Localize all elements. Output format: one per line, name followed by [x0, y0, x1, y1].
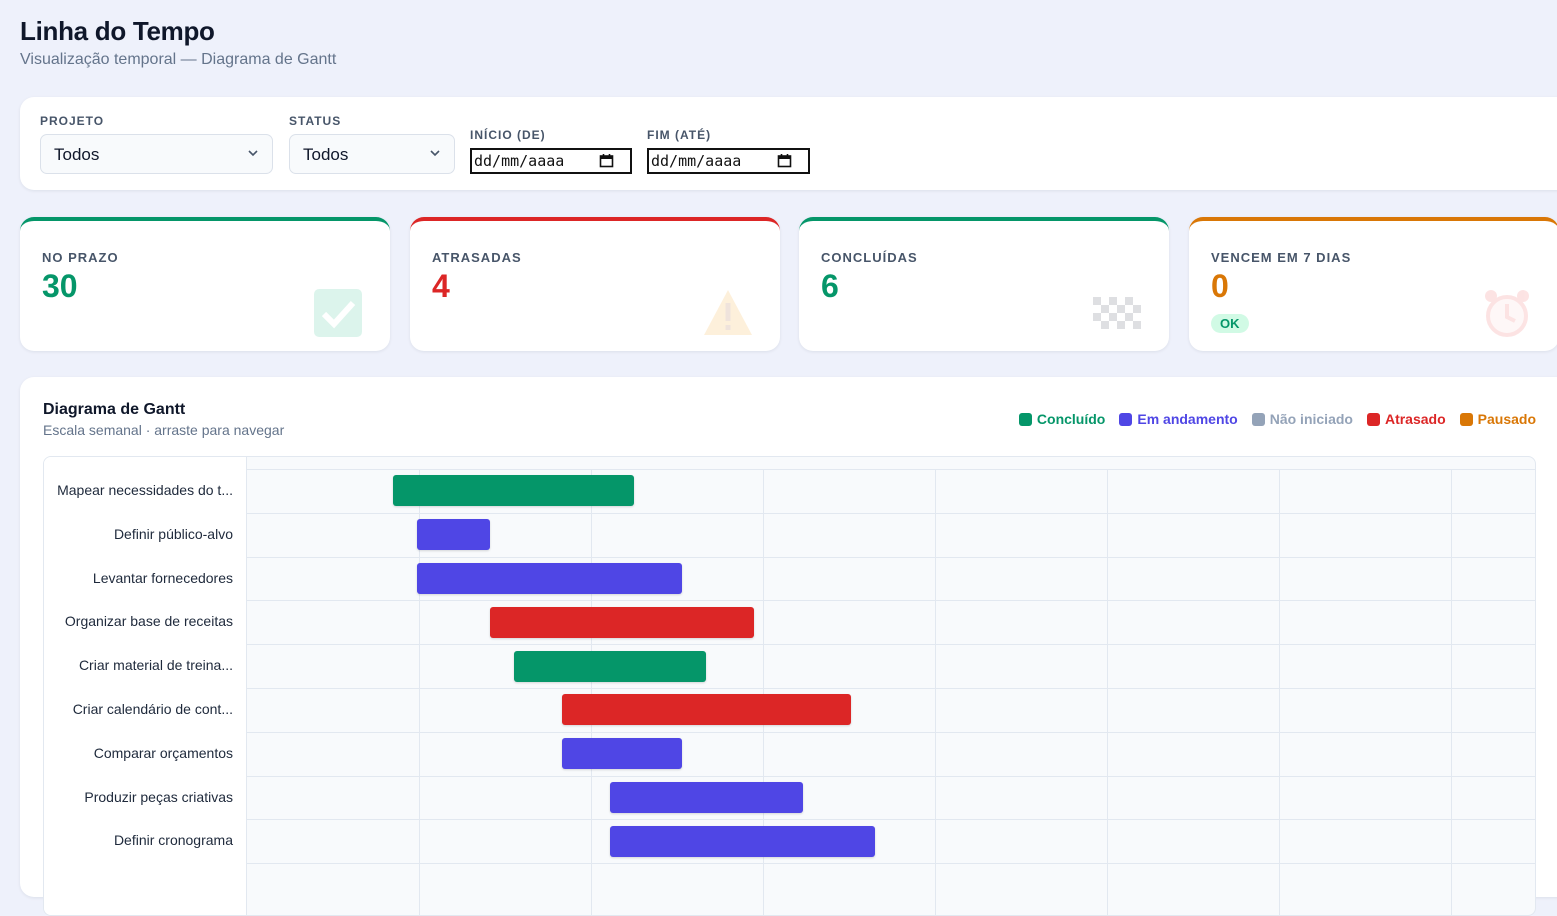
legend-swatch [1251, 412, 1265, 426]
status-select-value: Todos [303, 145, 349, 164]
grid-line [247, 556, 1535, 558]
stat-card-no-prazo: NO PRAZO 30 [20, 217, 390, 351]
grid-line [935, 469, 936, 915]
gantt-bar[interactable] [489, 606, 755, 638]
task-label: Comparar orçamentos [93, 744, 233, 761]
legend-swatch [1018, 412, 1032, 426]
grid-line [247, 469, 1535, 470]
legend-label: Atrasado [1384, 411, 1446, 427]
task-label: Definir cronograma [113, 832, 233, 849]
grid-line [1451, 469, 1452, 915]
legend-item: Em andamento [1119, 411, 1238, 427]
legend-label: Não iniciado [1269, 411, 1353, 427]
calendar-icon[interactable] [599, 153, 614, 168]
alarm-clock-icon [1485, 290, 1529, 337]
grid-line [247, 600, 1535, 602]
status-label: STATUS [289, 114, 342, 128]
task-label: Mapear necessidades do t... [57, 481, 233, 498]
stat-value: 30 [42, 268, 78, 304]
task-label: Criar material de treina... [78, 657, 233, 674]
grid-line [247, 863, 1535, 865]
status-badge: OK [1211, 314, 1249, 333]
gantt-chart[interactable]: Mapear necessidades do t... Definir públi… [43, 456, 1536, 916]
grid-line [247, 819, 1535, 821]
status-select[interactable]: Todos [289, 134, 455, 174]
stat-label: NO PRAZO [42, 250, 119, 265]
stat-value: 4 [432, 268, 450, 304]
task-label: Definir público-alvo [113, 525, 233, 542]
stat-label: ATRASADAS [432, 250, 522, 265]
stat-label: CONCLUÍDAS [821, 250, 918, 265]
checkered-flag-icon [1093, 297, 1141, 329]
legend-swatch [1459, 412, 1473, 426]
calendar-icon[interactable] [777, 153, 792, 168]
status-filter: STATUS [289, 114, 341, 128]
grid-line [591, 469, 592, 915]
fim-date-placeholder: dd/mm/aaaa [651, 152, 742, 170]
stat-card-concluidas: CONCLUÍDAS 6 [799, 217, 1169, 351]
gantt-bar[interactable] [393, 475, 634, 507]
stat-card-vencem: VENCEM EM 7 DIAS 0 OK [1189, 217, 1557, 351]
page-header: Linha do Tempo Visualização temporal — D… [20, 16, 336, 69]
chevron-down-icon [248, 150, 258, 157]
legend-label: Concluído [1036, 411, 1106, 427]
gantt-legend: Concluído Em andamento Não iniciado Atrasad… [1018, 411, 1536, 427]
grid-line [247, 644, 1535, 646]
check-icon [314, 289, 362, 337]
gantt-card: Diagrama de Gantt Escala semanal · arras… [20, 377, 1557, 916]
legend-swatch [1366, 412, 1380, 426]
chevron-down-icon [430, 150, 440, 157]
gantt-bar[interactable] [609, 825, 875, 857]
projeto-label: PROJETO [40, 114, 105, 128]
task-label: Criar calendário de cont... [72, 700, 233, 717]
projeto-select[interactable]: Todos [40, 134, 273, 174]
legend-swatch [1119, 412, 1133, 426]
gantt-bar[interactable] [561, 738, 683, 770]
stat-value: 0 [1211, 268, 1229, 304]
legend-label: Pausado [1477, 411, 1536, 427]
projeto-select-value: Todos [54, 145, 100, 164]
grid-line [247, 688, 1535, 689]
task-label: Organizar base de receitas [64, 613, 233, 630]
grid-line [247, 512, 1535, 514]
grid-line [247, 731, 1535, 733]
legend-item: Concluído [1018, 411, 1106, 427]
stat-label: VENCEM EM 7 DIAS [1211, 250, 1352, 265]
projeto-filter: PROJETO [40, 114, 104, 128]
inicio-date-input[interactable]: dd/mm/aaaa [470, 148, 632, 174]
grid-line [1107, 469, 1108, 915]
grid-line [247, 775, 1535, 777]
task-label: Produzir peças criativas [84, 788, 233, 805]
gantt-title: Diagrama de Gantt [43, 401, 186, 418]
legend-item: Não iniciado [1251, 411, 1353, 427]
gantt-bar[interactable] [513, 650, 707, 682]
legend-label: Em andamento [1137, 411, 1238, 427]
inicio-date-placeholder: dd/mm/aaaa [474, 152, 565, 170]
warning-icon [704, 290, 752, 335]
gantt-bar[interactable] [609, 782, 803, 813]
page-title: Linha do Tempo [20, 16, 215, 46]
task-label: Levantar fornecedores [92, 569, 233, 586]
task-label-column: Mapear necessidades do t... Definir públi… [44, 457, 247, 915]
page-subtitle: Visualização temporal — Diagrama de Gant… [20, 51, 337, 68]
inicio-filter: INÍCIO (DE) [470, 128, 546, 142]
legend-item: Atrasado [1366, 411, 1446, 427]
fim-date-input[interactable]: dd/mm/aaaa [647, 148, 810, 174]
gantt-subtitle: Escala semanal · arraste para navegar [43, 422, 285, 438]
inicio-label: INÍCIO (DE) [470, 128, 546, 142]
gantt-bar[interactable] [417, 563, 683, 594]
gantt-bar[interactable] [417, 519, 490, 551]
fim-label: FIM (ATÉ) [647, 128, 712, 142]
stat-value: 6 [821, 268, 839, 304]
filter-panel: PROJETO Todos STATUS Todos INÍCIO (DE) d… [20, 97, 1557, 190]
gantt-bar[interactable] [561, 694, 851, 726]
fim-filter: FIM (ATÉ) [647, 128, 711, 142]
legend-item: Pausado [1459, 411, 1536, 427]
grid-line [1279, 469, 1280, 915]
stat-card-atrasadas: ATRASADAS 4 [410, 217, 780, 351]
